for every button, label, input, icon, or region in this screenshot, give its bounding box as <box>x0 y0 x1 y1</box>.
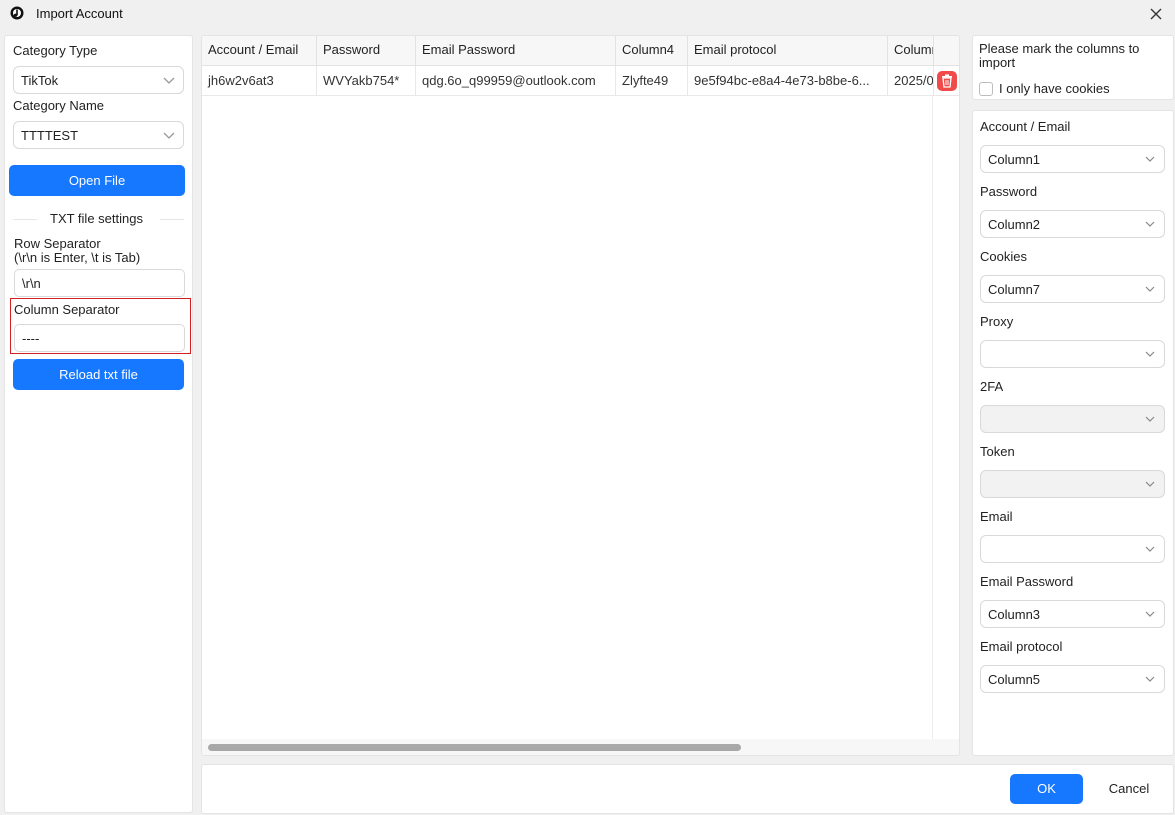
email-select[interactable] <box>980 535 1165 563</box>
column-header[interactable]: Email Password <box>416 36 616 66</box>
column-mapping-panel: Account / Email Column1 Password Column2… <box>972 110 1174 756</box>
chevron-down-icon <box>1145 481 1155 487</box>
table-cell: jh6w2v6at3 <box>202 66 317 96</box>
cancel-button[interactable]: Cancel <box>1094 774 1164 804</box>
action-column-header <box>934 36 959 66</box>
cookies-only-checkbox[interactable] <box>979 82 993 96</box>
horizontal-scrollbar-thumb[interactable] <box>208 744 741 751</box>
cookies-value: Column7 <box>988 282 1041 297</box>
column-separator-label: Column Separator <box>14 302 120 317</box>
column-header[interactable]: Column <box>888 36 934 66</box>
proxy-select[interactable] <box>980 340 1165 368</box>
column-mapping-header: Please mark the columns to import I only… <box>972 35 1174 100</box>
close-icon[interactable] <box>1145 3 1167 25</box>
open-file-button[interactable]: Open File <box>9 165 185 196</box>
chevron-down-icon <box>1145 156 1155 162</box>
column-header[interactable]: Email protocol <box>688 36 888 66</box>
table-cell: 9e5f94bc-e8a4-4e73-b8be-6... <box>688 66 888 96</box>
row-separator-label: Row Separator <box>14 236 101 251</box>
account-email-label: Account / Email <box>980 119 1071 134</box>
column-separator-value: ---- <box>22 331 40 346</box>
column-divider <box>932 96 933 755</box>
table-cell: WVYakb754* <box>317 66 416 96</box>
dialog-footer: OK Cancel <box>201 764 1174 814</box>
open-file-label: Open File <box>68 173 126 188</box>
column-header[interactable]: Account / Email <box>202 36 317 66</box>
row-separator-input[interactable]: \r\n <box>14 269 185 297</box>
password-label: Password <box>980 184 1038 199</box>
cookies-only-label: I only have cookies <box>999 81 1110 96</box>
chevron-down-icon <box>1145 286 1155 292</box>
preview-table: Account / Email Password Email Password … <box>201 35 960 756</box>
category-type-label: Category Type <box>13 43 98 58</box>
twofa-label: 2FA <box>980 379 1004 394</box>
reload-txt-button[interactable]: Reload txt file <box>13 359 184 390</box>
cancel-label: Cancel <box>1108 781 1150 796</box>
email-protocol-value: Column5 <box>988 672 1041 687</box>
table-cell: 2025/0 <box>888 66 934 96</box>
chevron-down-icon <box>163 77 175 84</box>
chevron-down-icon <box>1145 611 1155 617</box>
import-settings-panel: Category Type TikTok Category Name TTTTE… <box>4 35 193 813</box>
email-password-select[interactable]: Column3 <box>980 600 1165 628</box>
row-separator-value: \r\n <box>22 276 41 291</box>
chevron-down-icon <box>1145 351 1155 357</box>
category-name-value: TTTTEST <box>21 128 79 143</box>
chevron-down-icon <box>1145 546 1155 552</box>
cookies-label: Cookies <box>980 249 1027 264</box>
category-name-label: Category Name <box>13 98 105 113</box>
password-value: Column2 <box>988 217 1041 232</box>
email-password-label: Email Password <box>980 574 1074 589</box>
column-separator-input[interactable]: ---- <box>14 324 185 352</box>
table-cell: Zlyfte49 <box>616 66 688 96</box>
category-type-select[interactable]: TikTok <box>13 66 184 94</box>
chevron-down-icon <box>1145 676 1155 682</box>
email-password-value: Column3 <box>988 607 1041 622</box>
chevron-down-icon <box>163 132 175 139</box>
token-select[interactable] <box>980 470 1165 498</box>
divider-right <box>160 219 184 220</box>
column-header[interactable]: Column4 <box>616 36 688 66</box>
ok-button[interactable]: OK <box>1010 774 1083 804</box>
twofa-select[interactable] <box>980 405 1165 433</box>
chevron-down-icon <box>1145 221 1155 227</box>
account-email-value: Column1 <box>988 152 1041 167</box>
reload-txt-label: Reload txt file <box>59 367 138 382</box>
column-header[interactable]: Password <box>317 36 416 66</box>
table-cell: qdg.6o_q99959@outlook.com <box>416 66 616 96</box>
password-select[interactable]: Column2 <box>980 210 1165 238</box>
instruction-text: Please mark the columns to import <box>979 41 1140 70</box>
email-label: Email <box>980 509 1013 524</box>
window-title: Import Account <box>36 6 123 21</box>
email-protocol-label: Email protocol <box>980 639 1063 654</box>
cookies-select[interactable]: Column7 <box>980 275 1165 303</box>
token-label: Token <box>980 444 1015 459</box>
proxy-label: Proxy <box>980 314 1014 329</box>
chevron-down-icon <box>1145 416 1155 422</box>
row-separator-hint: (\r\n is Enter, \t is Tab) <box>14 250 141 265</box>
title-bar: Import Account <box>0 0 1175 28</box>
trash-icon[interactable] <box>936 70 958 92</box>
tiktok-logo-icon <box>10 6 24 20</box>
divider-left <box>13 219 37 220</box>
email-protocol-select[interactable]: Column5 <box>980 665 1165 693</box>
category-type-value: TikTok <box>21 73 59 88</box>
ok-label: OK <box>1037 781 1056 796</box>
account-email-select[interactable]: Column1 <box>980 145 1165 173</box>
category-name-select[interactable]: TTTTEST <box>13 121 184 149</box>
txt-settings-heading: TXT file settings <box>50 211 143 226</box>
